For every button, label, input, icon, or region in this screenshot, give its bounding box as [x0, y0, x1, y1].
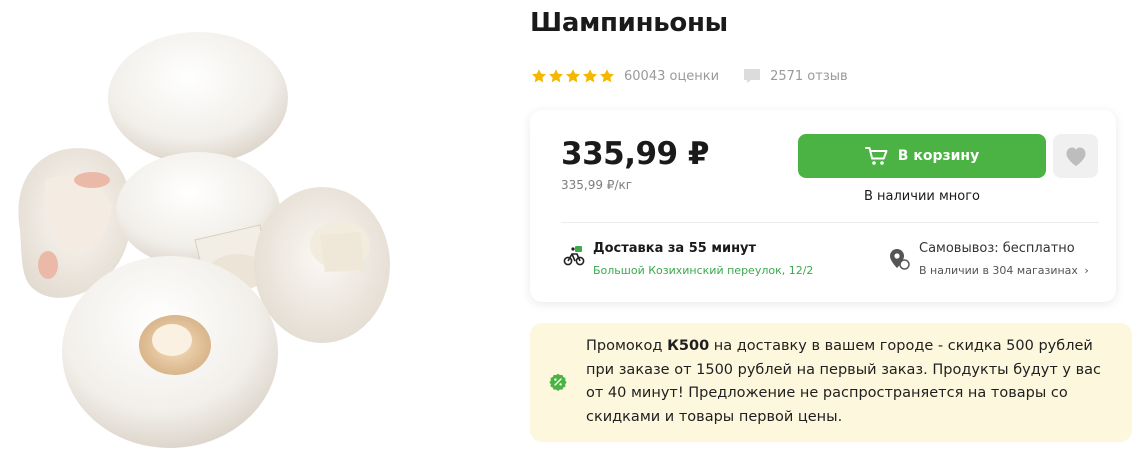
star-icon — [532, 69, 546, 83]
star-icon — [583, 69, 597, 83]
heart-icon — [1066, 147, 1085, 166]
rating-row: 60043 оценки 2571 отзыв — [531, 67, 848, 85]
favorite-button[interactable] — [1053, 134, 1098, 178]
promo-code: К500 — [667, 338, 710, 354]
product-title: Шампиньоны — [530, 8, 728, 38]
star-icon — [600, 69, 614, 83]
promo-text: Промокод К500 на доставку в вашем городе… — [586, 335, 1106, 429]
reviews-count[interactable]: 2571 отзыв — [770, 69, 848, 84]
promo-banner: Промокод К500 на доставку в вашем городе… — [530, 323, 1132, 442]
star-icon — [566, 69, 580, 83]
price: 335,99 ₽ — [561, 136, 710, 172]
ratings-count[interactable]: 60043 оценки — [624, 69, 719, 84]
comment-icon — [744, 69, 761, 83]
star-rating[interactable] — [531, 68, 615, 84]
delivery-time: Доставка за 55 минут — [593, 241, 757, 256]
promo-prefix: Промокод — [586, 338, 668, 354]
pickup-info[interactable]: Самовывоз: бесплатно В наличии в 304 маг… — [888, 240, 1089, 279]
pickup-stores-label: В наличии в 304 магазинах — [919, 264, 1078, 277]
add-to-cart-label: В корзину — [897, 148, 980, 164]
chevron-right-icon: › — [1084, 264, 1089, 277]
unit-price: 335,99 ₽/кг — [561, 178, 633, 192]
discount-badge-icon — [549, 373, 567, 391]
divider — [561, 222, 1099, 223]
store-location-icon — [890, 249, 910, 270]
pickup-title: Самовывоз: бесплатно — [919, 241, 1075, 256]
delivery-info[interactable]: Доставка за 55 минут Большой Козихинский… — [563, 240, 813, 279]
cart-icon — [864, 147, 888, 165]
add-to-cart-button[interactable]: В корзину — [798, 134, 1046, 178]
stock-status: В наличии много — [863, 189, 981, 204]
delivery-address[interactable]: Большой Козихинский переулок, 12/2 — [593, 263, 813, 279]
star-icon — [549, 69, 563, 83]
purchase-card: 335,99 ₽ 335,99 ₽/кг В корзину В наличии… — [530, 110, 1116, 302]
courier-bike-icon — [563, 246, 585, 266]
product-photo[interactable] — [0, 0, 420, 454]
pickup-stores-link[interactable]: В наличии в 304 магазинах › — [919, 263, 1089, 279]
